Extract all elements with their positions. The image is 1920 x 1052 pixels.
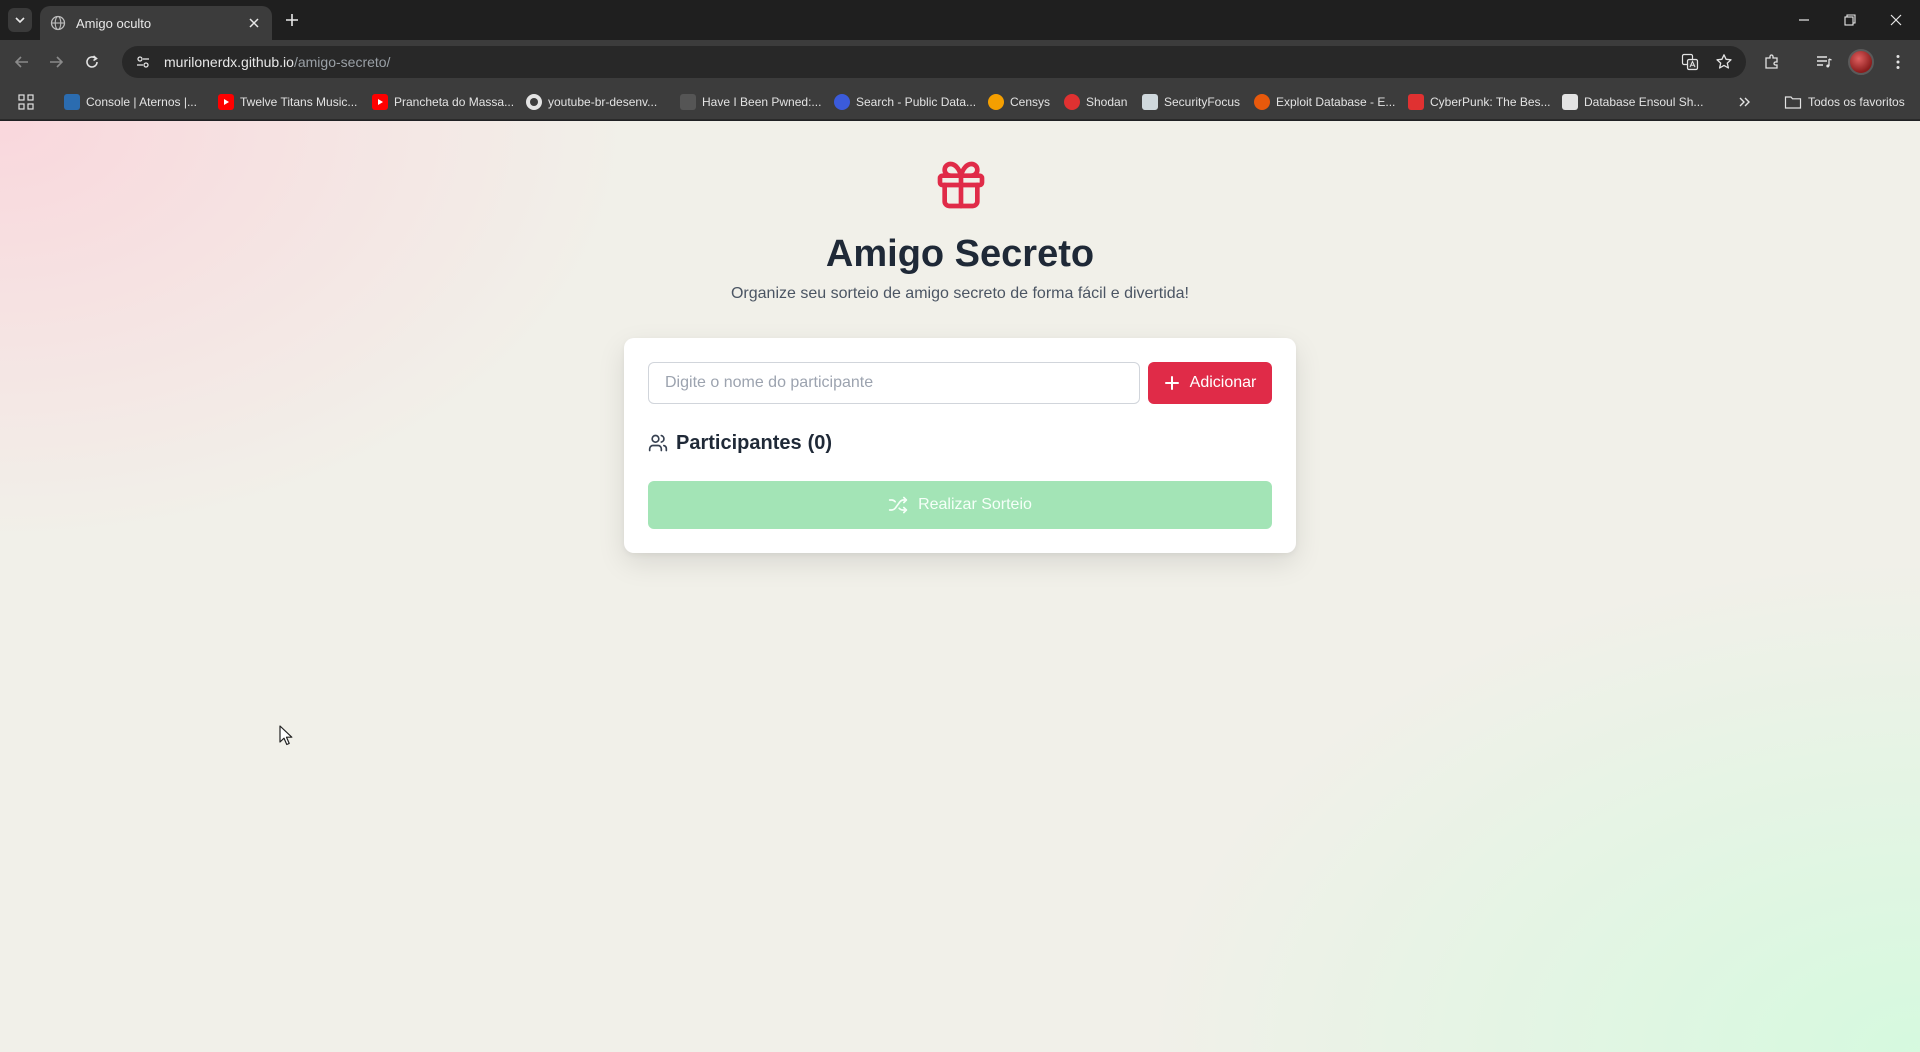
bookmark-label: CyberPunk: The Bes... [1430, 95, 1551, 109]
participants-heading: Participantes (0) [648, 431, 832, 455]
gift-icon [937, 161, 985, 209]
more-vertical-icon [1896, 55, 1900, 69]
url-path: /amigo-secreto/ [293, 54, 391, 70]
bookmark-item[interactable]: Prancheta do Massa... [372, 92, 514, 112]
securityfocus-icon [1142, 94, 1158, 110]
shodan-icon [1064, 94, 1080, 110]
browser-tab[interactable]: Amigo oculto [40, 6, 272, 40]
hibp-icon [680, 94, 696, 110]
youtube-icon [372, 94, 388, 110]
playlist-icon [1817, 56, 1832, 68]
restore-icon [1844, 14, 1856, 26]
extensions-button[interactable] [1760, 50, 1784, 74]
new-tab-button[interactable] [282, 10, 302, 30]
bookmark-item[interactable]: Shodan [1064, 92, 1127, 112]
translate-icon[interactable] [1678, 50, 1702, 74]
close-window-button[interactable] [1884, 8, 1908, 32]
browser-toolbar: murilonerdx.github.io/amigo-secreto/ [0, 40, 1920, 84]
bookmark-item[interactable]: Censys [988, 92, 1050, 112]
globe-icon [834, 94, 850, 110]
bookmark-label: Prancheta do Massa... [394, 95, 515, 109]
minimize-icon [1799, 19, 1809, 21]
arrow-left-icon [14, 56, 28, 68]
chevron-down-icon [15, 17, 25, 24]
restore-button[interactable] [1838, 8, 1862, 32]
bookmark-label: Exploit Database - E... [1276, 95, 1396, 109]
browser-menu-button[interactable] [1886, 50, 1910, 74]
youtube-icon [218, 94, 234, 110]
reload-button[interactable] [80, 50, 104, 74]
close-icon[interactable] [246, 15, 262, 31]
puzzle-icon [1765, 54, 1778, 69]
add-button-label: Adicionar [1189, 374, 1257, 391]
tab-strip: Amigo oculto [0, 0, 1920, 40]
mouse-cursor-icon [279, 725, 293, 746]
media-controls-button[interactable] [1812, 50, 1836, 74]
aternos-icon [64, 94, 80, 110]
participant-name-input[interactable] [648, 362, 1140, 404]
cyberpunk-icon [1408, 94, 1424, 110]
bookmark-label: Search - Public Data... [856, 95, 977, 109]
all-bookmarks-folder[interactable]: Todos os favoritos [1784, 92, 1905, 112]
github-icon [526, 94, 542, 110]
participants-label: Participantes [676, 431, 802, 454]
bookmark-item[interactable]: Console | Aternos |... [64, 92, 197, 112]
plus-icon [286, 14, 298, 26]
folder-icon [1784, 96, 1802, 109]
forward-button[interactable] [44, 50, 68, 74]
users-icon [648, 434, 668, 452]
bookmark-label: Twelve Titans Music... [240, 95, 358, 109]
bookmark-label: SecurityFocus [1164, 95, 1241, 109]
bookmark-item[interactable]: SecurityFocus [1142, 92, 1240, 112]
add-participant-button[interactable]: Adicionar [1148, 362, 1272, 404]
page-viewport: Amigo Secreto Organize seu sorteio de am… [0, 121, 1920, 1052]
reload-icon [86, 55, 98, 68]
bookmark-label: Shodan [1086, 95, 1128, 109]
shuffle-icon [888, 496, 908, 514]
bookmark-item[interactable]: Twelve Titans Music... [218, 92, 357, 112]
all-bookmarks-label: Todos os favoritos [1808, 95, 1905, 109]
back-button[interactable] [10, 50, 34, 74]
exploitdb-icon [1254, 94, 1270, 110]
draw-button-label: Realizar Sorteio [918, 496, 1032, 513]
document-icon [1562, 94, 1578, 110]
page-title: Amigo Secreto [825, 233, 1095, 275]
bookmarks-bar: Console | Aternos |... Twelve Titans Mus… [0, 84, 1920, 120]
minimize-button[interactable] [1792, 8, 1816, 32]
arrow-right-icon [50, 56, 64, 68]
bookmark-item[interactable]: Database Ensoul Sh... [1562, 92, 1703, 112]
bookmark-label: Console | Aternos |... [86, 95, 197, 109]
tab-search-button[interactable] [8, 8, 32, 32]
site-settings-icon[interactable] [134, 53, 152, 71]
page-subtitle: Organize seu sorteio de amigo secreto de… [730, 285, 1189, 302]
url-text: murilonerdx.github.io/amigo-secreto/ [164, 54, 390, 70]
profile-avatar[interactable] [1848, 49, 1874, 75]
bookmark-item[interactable]: youtube-br-desenv... [526, 92, 657, 112]
participants-card: Adicionar Participantes (0) Realizar Sor… [624, 338, 1296, 553]
plus-icon [1164, 376, 1179, 390]
more-bookmarks-icon[interactable] [1734, 92, 1754, 112]
censys-icon [988, 94, 1004, 110]
bookmark-label: Have I Been Pwned:... [702, 95, 822, 109]
bookmark-star-icon[interactable] [1712, 50, 1736, 74]
bookmark-label: Database Ensoul Sh... [1584, 95, 1704, 109]
bookmark-item[interactable]: Search - Public Data... [834, 92, 976, 112]
draw-button[interactable]: Realizar Sorteio [648, 481, 1272, 529]
address-bar[interactable]: murilonerdx.github.io/amigo-secreto/ [122, 46, 1746, 78]
apps-grid-icon[interactable] [16, 92, 36, 112]
url-host: murilonerdx.github.io [164, 54, 294, 70]
bookmark-item[interactable]: CyberPunk: The Bes... [1408, 92, 1551, 112]
close-icon [1890, 14, 1902, 26]
participants-count: (0) [807, 431, 833, 454]
bookmark-label: Censys [1010, 95, 1051, 109]
bookmark-item[interactable]: Have I Been Pwned:... [680, 92, 821, 112]
bookmark-label: youtube-br-desenv... [548, 95, 658, 109]
globe-icon [50, 15, 66, 31]
tab-title: Amigo oculto [76, 15, 152, 31]
bookmark-item[interactable]: Exploit Database - E... [1254, 92, 1395, 112]
